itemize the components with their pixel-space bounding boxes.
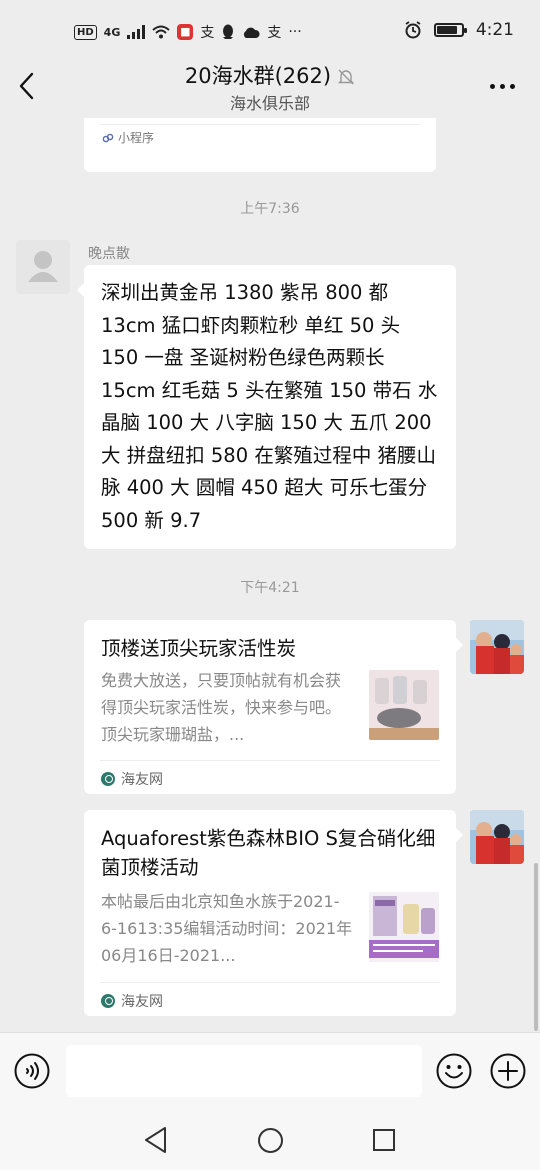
card-thumbnail	[369, 670, 439, 740]
chat-title: 20海水群(262)	[184, 64, 332, 88]
card-thumbnail	[369, 892, 439, 962]
chat-header: 20海水群(262) 海水俱乐部	[0, 52, 540, 118]
input-bar	[0, 1032, 540, 1112]
app-notification-icon: ■	[177, 24, 194, 40]
nav-recent-apps-icon[interactable]	[372, 1128, 396, 1152]
card-source-row: 海友网	[101, 769, 163, 789]
timestamp: 上午7:36	[240, 201, 300, 217]
mini-program-icon	[102, 133, 114, 142]
card-source: 海友网	[121, 994, 163, 1010]
timestamp: 下午4:21	[240, 580, 300, 596]
wifi-icon	[152, 25, 171, 39]
divider	[100, 982, 440, 983]
battery-fill	[436, 26, 458, 34]
mini-program-label-row: 小程序	[102, 129, 154, 146]
card-description: 免费大放送，只要顶帖就有机会获得顶尖玩家活性炭，快来参与吧。顶尖玩家珊瑚盐，..…	[101, 671, 342, 744]
sender-name: 晚点散	[88, 246, 130, 262]
link-card[interactable]: 顶楼送顶尖玩家活性炭 免费大放送，只要顶帖就有机会获得顶尖玩家活性炭，快来参与吧…	[84, 620, 463, 794]
avatar[interactable]	[16, 240, 70, 294]
divider	[100, 760, 440, 761]
message-input[interactable]	[66, 1045, 422, 1097]
avatar[interactable]	[470, 810, 524, 864]
bell-muted-icon	[337, 69, 355, 85]
chat-title-row: 20海水群(262)	[0, 60, 540, 90]
card-title: 顶楼送顶尖玩家活性炭	[101, 637, 297, 660]
user-photo	[470, 620, 524, 674]
alipay-icon-2: 支	[267, 25, 282, 41]
card-source: 海友网	[121, 772, 163, 788]
link-card[interactable]: Aquaforest紫色森林BIO S复合硝化细菌顶楼活动 本帖最后由北京知鱼水…	[84, 810, 463, 1016]
network-label: 4G	[103, 25, 121, 39]
alarm-icon	[405, 21, 421, 39]
battery-icon	[433, 23, 467, 37]
card-title: Aquaforest紫色森林BIO S复合硝化细菌顶楼活动	[101, 827, 436, 879]
status-time: 4:21	[475, 20, 514, 40]
avatar[interactable]	[470, 620, 524, 674]
message-text: 深圳出黄金吊 1380 紫吊 800 都 13cm 猛口虾肉颗粒秒 单红 50 …	[101, 281, 438, 532]
system-nav-bar	[0, 1112, 540, 1170]
voice-icon[interactable]	[14, 1053, 50, 1089]
mini-program-card[interactable]: 小程序	[84, 118, 436, 172]
card-source-row: 海友网	[101, 991, 163, 1011]
plus-icon[interactable]	[490, 1053, 526, 1089]
product-image	[369, 892, 439, 962]
source-logo-icon	[101, 994, 115, 1008]
emoji-icon[interactable]	[436, 1053, 472, 1089]
user-photo	[470, 810, 524, 864]
status-icons-right: 4:21	[404, 20, 514, 40]
source-logo-icon	[101, 772, 115, 786]
default-avatar-icon	[28, 251, 58, 282]
message-list[interactable]: 小程序 上午7:36 晚点散 深圳出黄金吊 1380 紫吊 800 都 13cm…	[0, 118, 540, 1032]
signal-icon	[127, 25, 146, 39]
scrollbar[interactable]	[534, 863, 538, 1031]
nav-home-icon[interactable]	[257, 1127, 284, 1154]
divider	[100, 124, 420, 125]
alipay-icon: 支	[200, 25, 215, 41]
more-notifications: ···	[288, 24, 302, 40]
more-dots-icon[interactable]	[486, 76, 518, 96]
nav-back-icon[interactable]	[143, 1126, 169, 1154]
mini-program-label: 小程序	[118, 131, 155, 145]
product-image	[369, 670, 439, 740]
cloud-icon	[244, 27, 260, 38]
text-message-bubble[interactable]: 深圳出黄金吊 1380 紫吊 800 都 13cm 猛口虾肉颗粒秒 单红 50 …	[77, 265, 456, 549]
qq-icon	[223, 24, 234, 39]
card-description: 本帖最后由北京知鱼水族于2021-6-1613:35编辑活动时间：2021年06…	[101, 892, 353, 965]
hd-icon: HD	[74, 24, 97, 40]
status-icons-left: HD 4G ■ 支 支 ···	[74, 22, 302, 42]
chat-subtitle: 海水俱乐部	[229, 94, 310, 113]
